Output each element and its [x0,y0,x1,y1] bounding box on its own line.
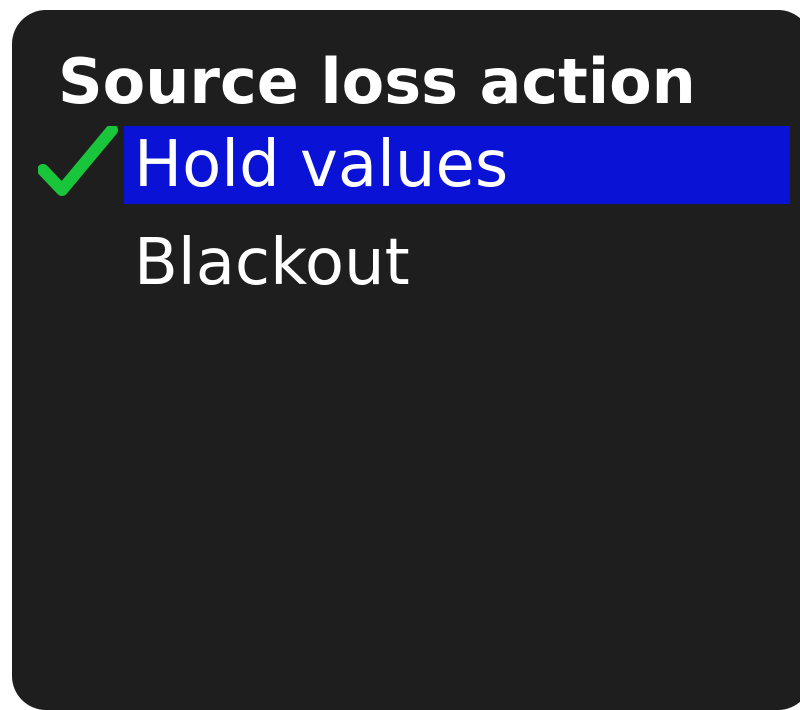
menu-option-label: Hold values [124,126,790,204]
source-loss-action-menu: Source loss action Hold values Blackout [12,10,800,710]
menu-option-hold-values[interactable]: Hold values [12,126,800,204]
checkmark-icon [38,126,118,196]
menu-option-label: Blackout [134,226,410,300]
menu-title: Source loss action [58,45,696,118]
menu-option-blackout[interactable]: Blackout [12,224,800,302]
